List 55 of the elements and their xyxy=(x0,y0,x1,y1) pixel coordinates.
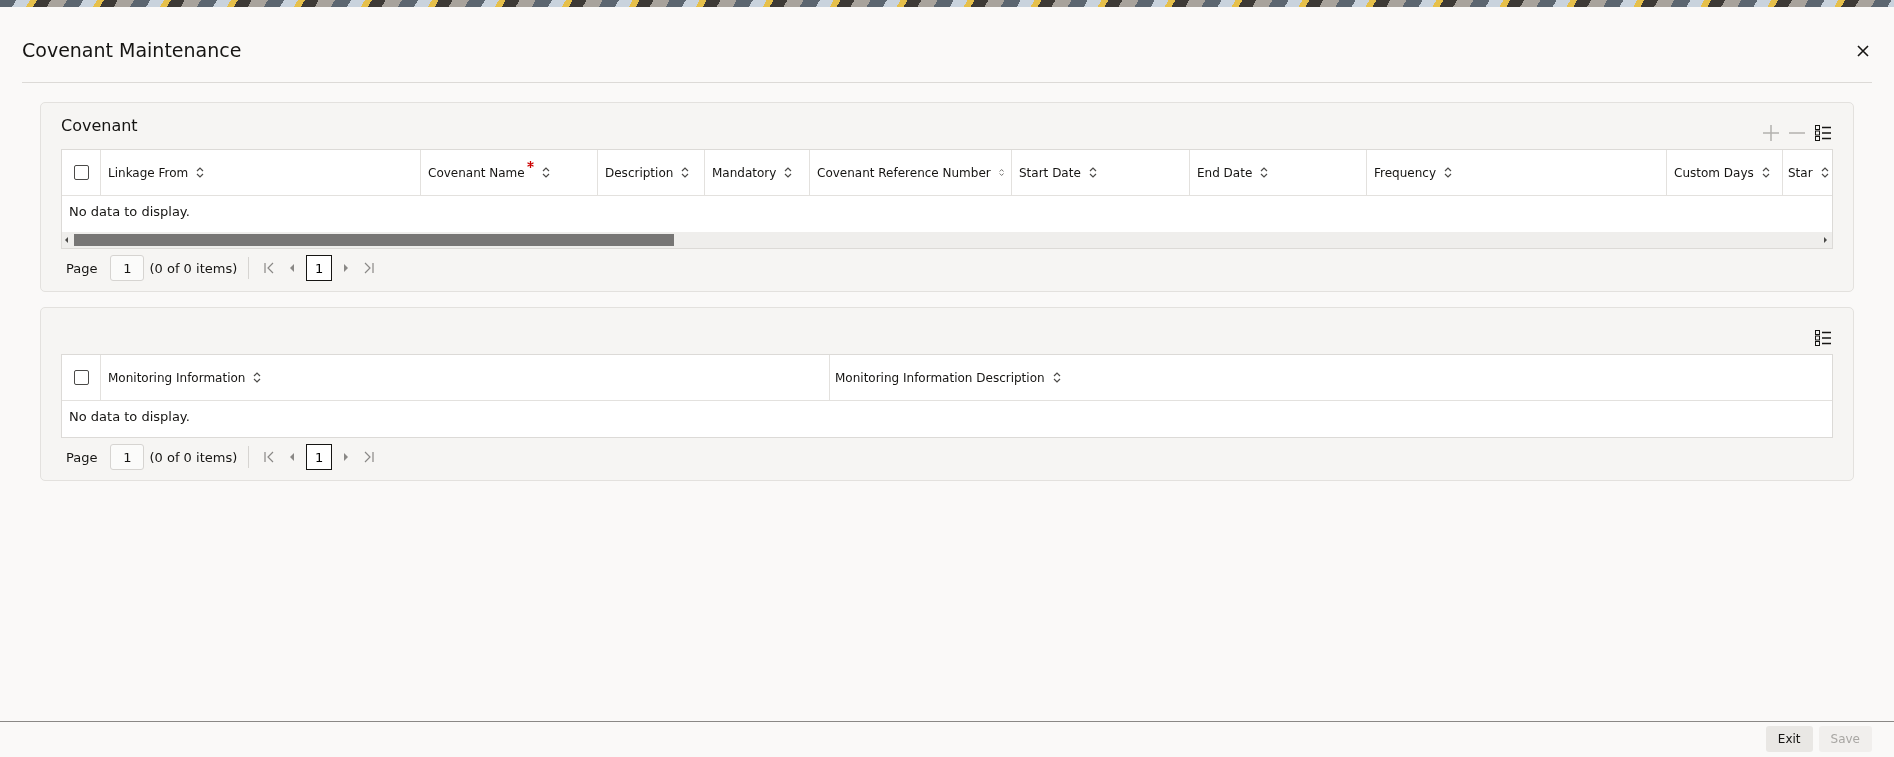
caret-right-icon xyxy=(342,452,351,462)
item-count: (0 of 0 items) xyxy=(149,449,238,465)
sort-icon[interactable] xyxy=(253,372,262,383)
column-list-button[interactable] xyxy=(1813,328,1833,348)
column-header[interactable]: Description xyxy=(605,165,674,180)
select-all-checkbox[interactable] xyxy=(73,165,89,180)
caret-right-icon xyxy=(342,263,351,273)
page-label: Page xyxy=(66,449,98,465)
footer-button[interactable]: Exit xyxy=(1765,725,1813,752)
column-header[interactable]: Start Date xyxy=(1019,165,1081,180)
window-title: Covenant Maintenance xyxy=(22,38,242,61)
sort-icon[interactable] xyxy=(1820,167,1829,178)
column-header[interactable]: Star xyxy=(1788,165,1813,180)
caret-left-icon xyxy=(288,452,297,462)
minus-icon xyxy=(1788,132,1806,134)
current-page-button[interactable]: 1 xyxy=(306,255,333,281)
column-header[interactable]: Monitoring Information Description xyxy=(835,370,1045,385)
column-header[interactable]: Mandatory xyxy=(712,165,777,180)
sort-icon[interactable] xyxy=(1088,167,1097,178)
column-header[interactable]: Covenant Name xyxy=(428,165,534,180)
list-icon xyxy=(1814,329,1832,347)
sort-icon[interactable] xyxy=(196,167,205,178)
empty-message: No data to display. xyxy=(69,204,190,219)
last-page-icon xyxy=(363,451,376,463)
column-header[interactable]: Linkage From xyxy=(108,165,189,180)
select-all-checkbox[interactable] xyxy=(73,370,89,385)
sort-icon[interactable] xyxy=(998,167,1004,178)
page-label: Page xyxy=(66,260,98,276)
list-icon xyxy=(1814,124,1832,142)
empty-message: No data to display. xyxy=(69,409,190,424)
sort-icon[interactable] xyxy=(1052,372,1061,383)
page-input[interactable]: 1 xyxy=(110,255,145,281)
page-input[interactable]: 1 xyxy=(110,444,145,470)
column-header[interactable]: Frequency xyxy=(1374,165,1436,180)
first-page-icon xyxy=(263,262,276,274)
last-page-icon xyxy=(363,262,376,274)
column-header[interactable]: End Date xyxy=(1197,165,1253,180)
sort-icon[interactable] xyxy=(1761,167,1770,178)
sort-icon[interactable] xyxy=(541,167,550,178)
first-page-icon xyxy=(263,451,276,463)
caret-left-icon xyxy=(288,263,297,273)
panel-title: Covenant xyxy=(61,116,138,135)
item-count: (0 of 0 items) xyxy=(149,260,238,276)
sort-icon[interactable] xyxy=(1260,167,1269,178)
required-icon xyxy=(526,160,534,168)
plus-icon xyxy=(1762,124,1780,142)
column-header[interactable]: Monitoring Information xyxy=(108,370,246,385)
column-header[interactable]: Covenant Reference Number xyxy=(817,165,991,180)
sort-icon[interactable] xyxy=(1444,167,1452,178)
sort-icon[interactable] xyxy=(681,167,690,178)
horizontal-scrollbar[interactable] xyxy=(62,232,1832,248)
column-list-button[interactable] xyxy=(1813,123,1833,143)
sort-icon[interactable] xyxy=(784,167,793,178)
current-page-button[interactable]: 1 xyxy=(306,444,333,470)
column-header[interactable]: Custom Days xyxy=(1674,165,1754,180)
